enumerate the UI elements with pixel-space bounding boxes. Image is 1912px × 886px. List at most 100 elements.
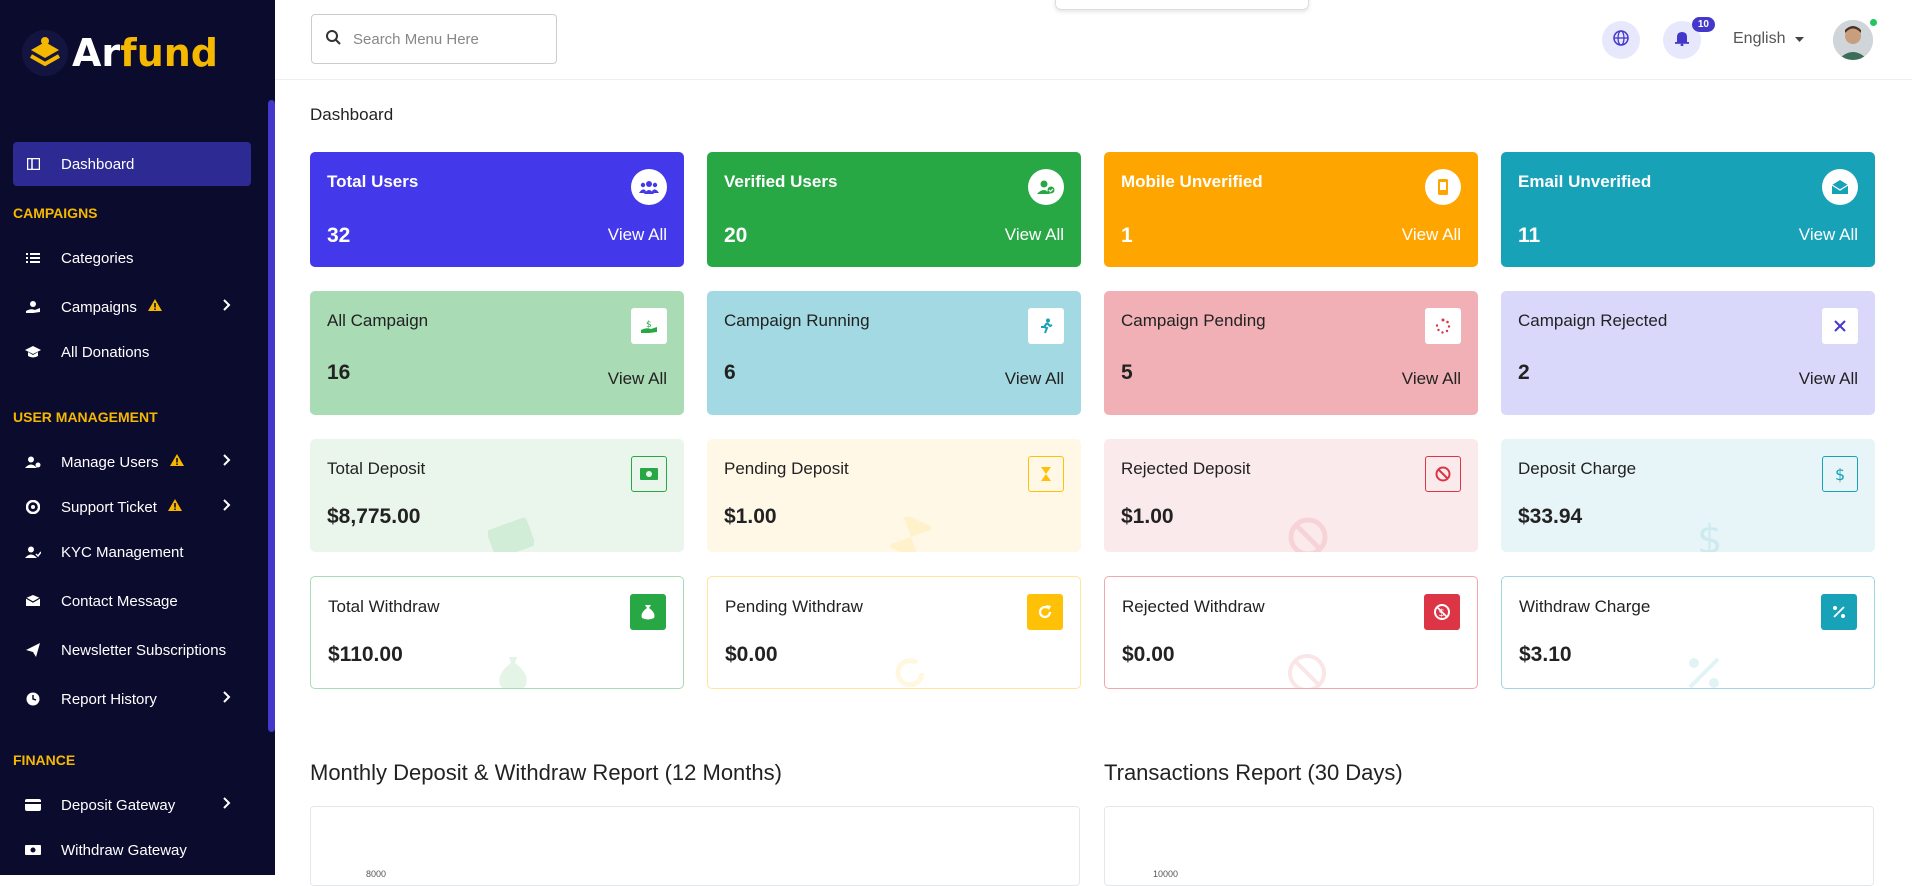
hand-holding-dollar-icon: $	[631, 308, 667, 344]
sidebar-item-contact-message[interactable]: Contact Message	[13, 579, 251, 623]
sidebar-item-label: All Donations	[61, 343, 150, 361]
page-title: Dashboard	[310, 105, 394, 124]
sidebar-item-label: Contact Message	[61, 592, 178, 610]
user-check-icon	[23, 546, 43, 558]
card-value: $110.00	[328, 643, 403, 666]
sidebar-item-campaigns[interactable]: Campaigns	[13, 285, 251, 329]
card-withdraw-charge[interactable]: Withdraw Charge $3.10	[1501, 576, 1875, 689]
sidebar-item-all-donations[interactable]: All Donations	[13, 330, 251, 374]
card-verified-users[interactable]: Verified Users 20 View All	[707, 152, 1081, 267]
sidebar-item-manage-users[interactable]: Manage Users	[13, 440, 251, 484]
sidebar-item-newsletter[interactable]: Newsletter Subscriptions	[13, 628, 251, 672]
view-all-link[interactable]: View All	[1402, 225, 1461, 245]
sidebar-item-withdraw-gateway[interactable]: Withdraw Gateway	[13, 828, 251, 872]
percent-icon	[1821, 594, 1857, 630]
card-campaign-running[interactable]: Campaign Running 6 View All	[707, 291, 1081, 415]
sidebar-item-label: KYC Management	[61, 543, 184, 561]
language-label: English	[1733, 30, 1786, 47]
brand-logo[interactable]: Ar fund	[22, 30, 218, 76]
sidebar-item-support-ticket[interactable]: Support Ticket	[13, 485, 251, 529]
transactions-report-chart: 10000	[1104, 806, 1874, 886]
credit-card-icon	[23, 799, 43, 811]
card-label: Pending Withdraw	[725, 597, 863, 616]
view-all-link[interactable]: View All	[608, 369, 667, 389]
y-axis-tick: 10000	[1153, 869, 1179, 879]
view-all-link[interactable]: View All	[1799, 369, 1858, 389]
money-bag-watermark-icon	[493, 653, 533, 688]
sidebar: Ar fund Dashboard CAMPAIGNS Categories Ca…	[0, 0, 275, 875]
online-status-dot	[1869, 18, 1878, 27]
card-rejected-deposit[interactable]: Rejected Deposit $1.00	[1104, 439, 1478, 552]
user-avatar[interactable]	[1833, 20, 1873, 60]
card-all-campaign[interactable]: All Campaign $ 16 View All	[310, 291, 684, 415]
monthly-report-chart: 8000	[310, 806, 1080, 886]
monthly-report-title: Monthly Deposit & Withdraw Report (12 Mo…	[310, 760, 782, 785]
card-campaign-rejected[interactable]: Campaign Rejected 2 View All	[1501, 291, 1875, 415]
sidebar-item-label: Dashboard	[61, 155, 135, 173]
sidebar-item-label: Campaigns	[61, 298, 137, 316]
card-label: Campaign Running	[724, 311, 870, 330]
floating-popup-edge	[1055, 0, 1309, 10]
card-label: Campaign Rejected	[1518, 311, 1668, 330]
search-placeholder: Search Menu Here	[353, 30, 479, 48]
hand-holding-icon	[23, 300, 43, 314]
card-pending-withdraw[interactable]: Pending Withdraw $0.00	[707, 576, 1081, 689]
card-mobile-unverified[interactable]: Mobile Unverified 1 View All	[1104, 152, 1478, 267]
logo-icon	[22, 30, 68, 76]
card-label: Verified Users	[724, 172, 838, 191]
chevron-right-icon	[223, 453, 231, 470]
sidebar-item-categories[interactable]: Categories	[13, 236, 251, 280]
card-value: 1	[1121, 224, 1133, 247]
sidebar-item-dashboard[interactable]: Dashboard	[13, 142, 251, 186]
card-value: $33.94	[1518, 505, 1583, 528]
view-all-link[interactable]: View All	[1799, 225, 1858, 245]
search-input[interactable]: Search Menu Here	[311, 14, 557, 64]
card-pending-deposit[interactable]: Pending Deposit $1.00	[707, 439, 1081, 552]
card-campaign-pending[interactable]: Campaign Pending 5 View All	[1104, 291, 1478, 415]
view-all-link[interactable]: View All	[1402, 369, 1461, 389]
sidebar-item-kyc-management[interactable]: KYC Management	[13, 530, 251, 574]
ban-icon	[1425, 456, 1461, 492]
hourglass-icon	[1028, 456, 1064, 492]
card-email-unverified[interactable]: Email Unverified 11 View All	[1501, 152, 1875, 267]
dollar-watermark-icon: $	[1695, 517, 1725, 552]
svg-text:$: $	[1835, 465, 1845, 483]
users-icon	[631, 169, 667, 205]
close-icon	[1822, 308, 1858, 344]
card-total-users[interactable]: Total Users 32 View All	[310, 152, 684, 267]
card-deposit-charge[interactable]: Deposit Charge $ $33.94 $	[1501, 439, 1875, 552]
sidebar-item-report-history[interactable]: Report History	[13, 677, 251, 721]
no-money-icon: $	[1424, 594, 1460, 630]
card-label: Total Users	[327, 172, 419, 191]
svg-text:$: $	[646, 320, 652, 330]
users-cog-icon	[23, 456, 43, 468]
view-all-link[interactable]: View All	[608, 225, 667, 245]
percent-watermark-icon	[1684, 653, 1724, 688]
card-value: $8,775.00	[327, 505, 421, 528]
user-check-icon	[1028, 169, 1064, 205]
card-total-withdraw[interactable]: Total Withdraw $110.00	[310, 576, 684, 689]
redo-watermark-icon	[890, 653, 930, 688]
card-value: 5	[1121, 361, 1133, 384]
warning-icon	[169, 453, 185, 471]
hourglass-watermark-icon	[887, 513, 935, 552]
bell-icon	[1674, 30, 1690, 51]
language-select[interactable]: English	[1733, 30, 1805, 48]
card-value: $1.00	[1121, 505, 1174, 528]
view-all-link[interactable]: View All	[1005, 369, 1064, 389]
warning-icon	[147, 298, 163, 316]
dollar-icon: $	[1822, 456, 1858, 492]
card-value: 16	[327, 361, 351, 384]
card-total-deposit[interactable]: Total Deposit $8,775.00	[310, 439, 684, 552]
card-value: 11	[1518, 224, 1541, 247]
spinner-icon	[1425, 308, 1461, 344]
money-bill-icon	[631, 456, 667, 492]
view-all-link[interactable]: View All	[1005, 225, 1064, 245]
search-icon	[326, 29, 341, 49]
card-rejected-withdraw[interactable]: Rejected Withdraw $ $0.00	[1104, 576, 1478, 689]
card-label: Deposit Charge	[1518, 459, 1637, 478]
notifications-button[interactable]: 10	[1663, 17, 1715, 59]
sidebar-item-deposit-gateway[interactable]: Deposit Gateway	[13, 783, 251, 827]
website-button[interactable]	[1602, 21, 1640, 59]
sidebar-scrollbar[interactable]	[268, 100, 275, 732]
